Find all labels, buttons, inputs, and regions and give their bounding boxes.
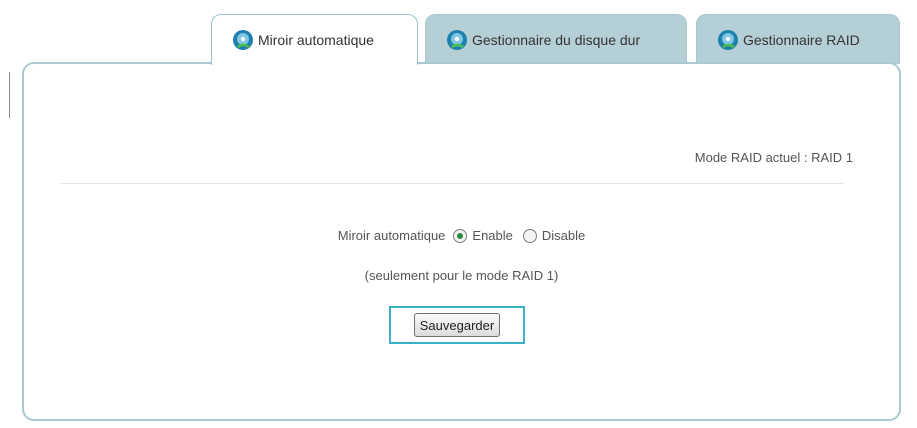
save-button[interactable]: Sauvegarder xyxy=(413,313,501,337)
tab-label: Gestionnaire du disque dur xyxy=(472,31,641,48)
auto-mirror-setting: Miroir automatique Enable Disable xyxy=(24,228,899,243)
save-button-highlight: Sauvegarder xyxy=(389,306,525,344)
tab-label: Miroir automatique xyxy=(258,32,374,48)
enable-label[interactable]: Enable xyxy=(472,228,512,243)
tab-miroir-automatique[interactable]: Miroir automatique xyxy=(211,14,418,65)
current-raid-mode: Mode RAID actuel : RAID 1 xyxy=(694,150,853,165)
content-panel: Mode RAID actuel : RAID 1 Miroir automat… xyxy=(22,62,901,421)
tab-gestionnaire-disque-dur[interactable]: Gestionnaire du disque dur xyxy=(425,14,687,64)
raid1-only-note: (seulement pour le mode RAID 1) xyxy=(364,268,559,283)
disk-icon xyxy=(447,29,467,50)
disk-icon xyxy=(718,29,738,50)
tab-label: Gestionnaire RAID xyxy=(743,31,860,48)
auto-mirror-page: Miroir automatique Gestionnaire du disqu… xyxy=(0,0,917,428)
divider xyxy=(61,183,844,184)
disk-icon xyxy=(233,30,253,50)
left-edge-marker xyxy=(9,72,10,118)
enable-radio[interactable] xyxy=(453,228,468,243)
tab-gestionnaire-raid[interactable]: Gestionnaire RAID xyxy=(696,14,900,64)
auto-mirror-label: Miroir automatique xyxy=(337,228,446,243)
disable-radio[interactable] xyxy=(522,228,537,243)
disable-label[interactable]: Disable xyxy=(542,228,585,243)
